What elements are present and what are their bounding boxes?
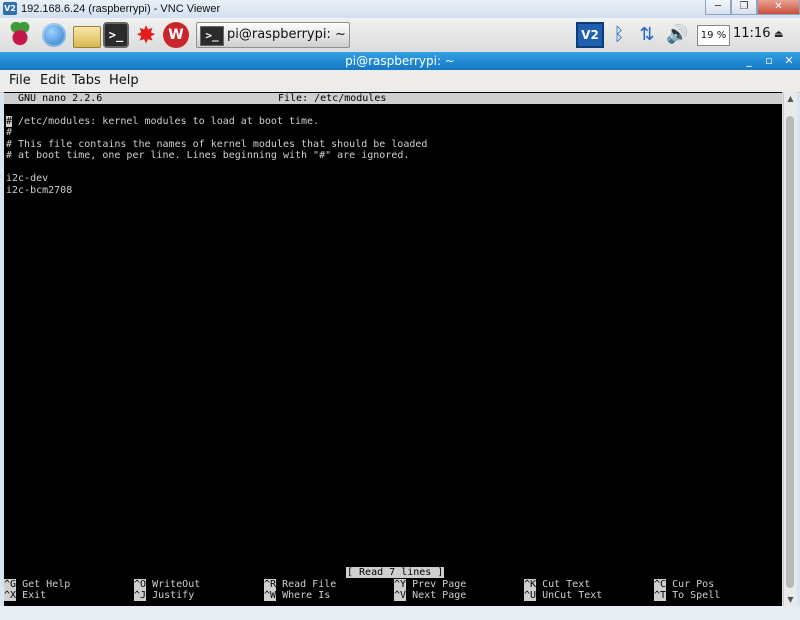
- eject-icon[interactable]: ⏏: [774, 30, 788, 40]
- shortcut-key: ^O: [134, 579, 147, 590]
- scrollbar-thumb[interactable]: [786, 116, 794, 588]
- file-line-2: #: [6, 127, 13, 138]
- scroll-down-icon[interactable]: ▼: [784, 593, 797, 606]
- shortcut-key: ^C: [654, 579, 667, 590]
- shortcut-where-is: ^W Where Is: [264, 590, 330, 601]
- shortcut-read-file: ^R Read File: [264, 579, 336, 590]
- shortcut-label: Justify: [152, 590, 195, 601]
- shortcut-label: Prev Page: [412, 579, 467, 590]
- taskbar-terminal-label: pi@raspberrypi: ~: [227, 27, 346, 42]
- menu-file[interactable]: File: [9, 73, 31, 89]
- shortcut-key: ^T: [654, 590, 667, 601]
- window-bottom-edge: [0, 606, 800, 620]
- mathematica-icon[interactable]: ✸: [133, 22, 159, 48]
- nano-status-message: [ Read 7 lines ]: [346, 567, 445, 578]
- network-icon[interactable]: ⇅: [636, 22, 658, 48]
- clock[interactable]: 11:16: [733, 26, 770, 42]
- terminal-launcher-icon[interactable]: >_: [103, 22, 129, 48]
- shortcut-label: Cut Text: [542, 579, 591, 590]
- terminal-maximize-button[interactable]: ▫: [764, 54, 774, 68]
- shortcut-key: ^R: [264, 579, 277, 590]
- bluetooth-icon[interactable]: ᛒ: [608, 22, 630, 48]
- file-line-6: i2c-dev: [6, 173, 49, 184]
- shortcut-key: ^X: [4, 590, 17, 601]
- terminal-window-title: pi@raspberrypi: ~: [345, 54, 455, 68]
- vnc-logo-icon: V2: [3, 2, 17, 15]
- shortcut-key: ^W: [264, 590, 277, 601]
- shortcut-label: To Spell: [672, 590, 721, 601]
- shortcut-cut-text: ^K Cut Text: [524, 579, 590, 590]
- taskbar-terminal-button[interactable]: >_ pi@raspberrypi: ~: [196, 22, 350, 48]
- maximize-button[interactable]: ❐: [731, 0, 757, 15]
- shortcut-cur-pos: ^C Cur Pos: [654, 579, 714, 590]
- shortcut-writeout: ^O WriteOut: [134, 579, 200, 590]
- wolfram-icon[interactable]: W: [163, 22, 189, 48]
- shortcut-label: Next Page: [412, 590, 467, 601]
- scroll-up-icon[interactable]: ▲: [784, 92, 797, 105]
- raspberry-menu-icon[interactable]: [7, 22, 33, 48]
- web-browser-icon[interactable]: [42, 23, 66, 47]
- shortcut-key: ^U: [524, 590, 537, 601]
- vnc-tray-icon[interactable]: V2: [576, 22, 604, 48]
- menu-edit[interactable]: Edit: [40, 73, 65, 89]
- volume-icon[interactable]: 🔊: [666, 22, 688, 48]
- shortcut-label: Exit: [22, 590, 47, 601]
- nano-title-bar: GNU nano 2.2.6 File: /etc/modules: [4, 93, 782, 104]
- shortcut-key: ^K: [524, 579, 537, 590]
- terminal-close-button[interactable]: ✕: [784, 54, 794, 68]
- desktop-panel: >_ ✸ W >_ pi@raspberrypi: ~ V2 ᛒ ⇅ 🔊 19 …: [0, 18, 800, 53]
- file-line-7: i2c-bcm2708: [6, 185, 73, 196]
- shortcut-label: Get Help: [22, 579, 71, 590]
- cpu-usage-monitor: 19 %: [697, 25, 730, 46]
- menu-tabs[interactable]: Tabs: [72, 73, 101, 89]
- terminal-minimize-button[interactable]: _: [744, 54, 754, 68]
- shortcut-key: ^Y: [394, 579, 407, 590]
- shortcut-key: ^J: [134, 590, 147, 601]
- terminal-menu-bar: File Edit Tabs Help: [0, 70, 800, 93]
- shortcut-prev-page: ^Y Prev Page: [394, 579, 466, 590]
- file-line-1-text: /etc/modules: kernel modules to load at …: [12, 116, 320, 127]
- vnc-window-title: 192.168.6.24 (raspberrypi) - VNC Viewer: [21, 3, 221, 15]
- nano-filename: File: /etc/modules: [278, 93, 387, 104]
- file-line-3: # This file contains the names of kernel…: [6, 139, 428, 150]
- vnc-title-bar: V2 192.168.6.24 (raspberrypi) - VNC View…: [0, 0, 800, 19]
- close-button[interactable]: ✕: [757, 0, 800, 15]
- file-line-1: # /etc/modules: kernel modules to load a…: [6, 116, 319, 127]
- shortcut-label: Where Is: [282, 590, 331, 601]
- shortcut-uncut-text: ^U UnCut Text: [524, 590, 602, 601]
- shortcut-justify: ^J Justify: [134, 590, 194, 601]
- file-line-4: # at boot time, one per line. Lines begi…: [6, 150, 410, 161]
- terminal-icon: >_: [200, 26, 224, 46]
- terminal-screen[interactable]: GNU nano 2.2.6 File: /etc/modules # /etc…: [4, 92, 782, 606]
- shortcut-label: UnCut Text: [542, 590, 603, 601]
- terminal-title-bar: pi@raspberrypi: ~ _ ▫ ✕: [0, 52, 800, 70]
- shortcut-label: Cur Pos: [672, 579, 715, 590]
- terminal-scrollbar[interactable]: ▲ ▼: [783, 92, 797, 606]
- terminal-window-controls: _ ▫ ✕: [744, 54, 794, 68]
- shortcut-label: Read File: [282, 579, 337, 590]
- shortcut-key: ^G: [4, 579, 17, 590]
- vnc-window-controls: ─ ❐ ✕: [705, 0, 800, 15]
- nano-version: GNU nano 2.2.6: [18, 93, 103, 104]
- shortcut-next-page: ^V Next Page: [394, 590, 466, 601]
- shortcut-key: ^V: [394, 590, 407, 601]
- menu-help[interactable]: Help: [109, 73, 139, 89]
- shortcut-to-spell: ^T To Spell: [654, 590, 720, 601]
- shortcut-get-help: ^G Get Help: [4, 579, 70, 590]
- minimize-button[interactable]: ─: [705, 0, 731, 15]
- shortcut-label: WriteOut: [152, 579, 201, 590]
- file-manager-icon[interactable]: [73, 26, 101, 48]
- shortcut-exit: ^X Exit: [4, 590, 46, 601]
